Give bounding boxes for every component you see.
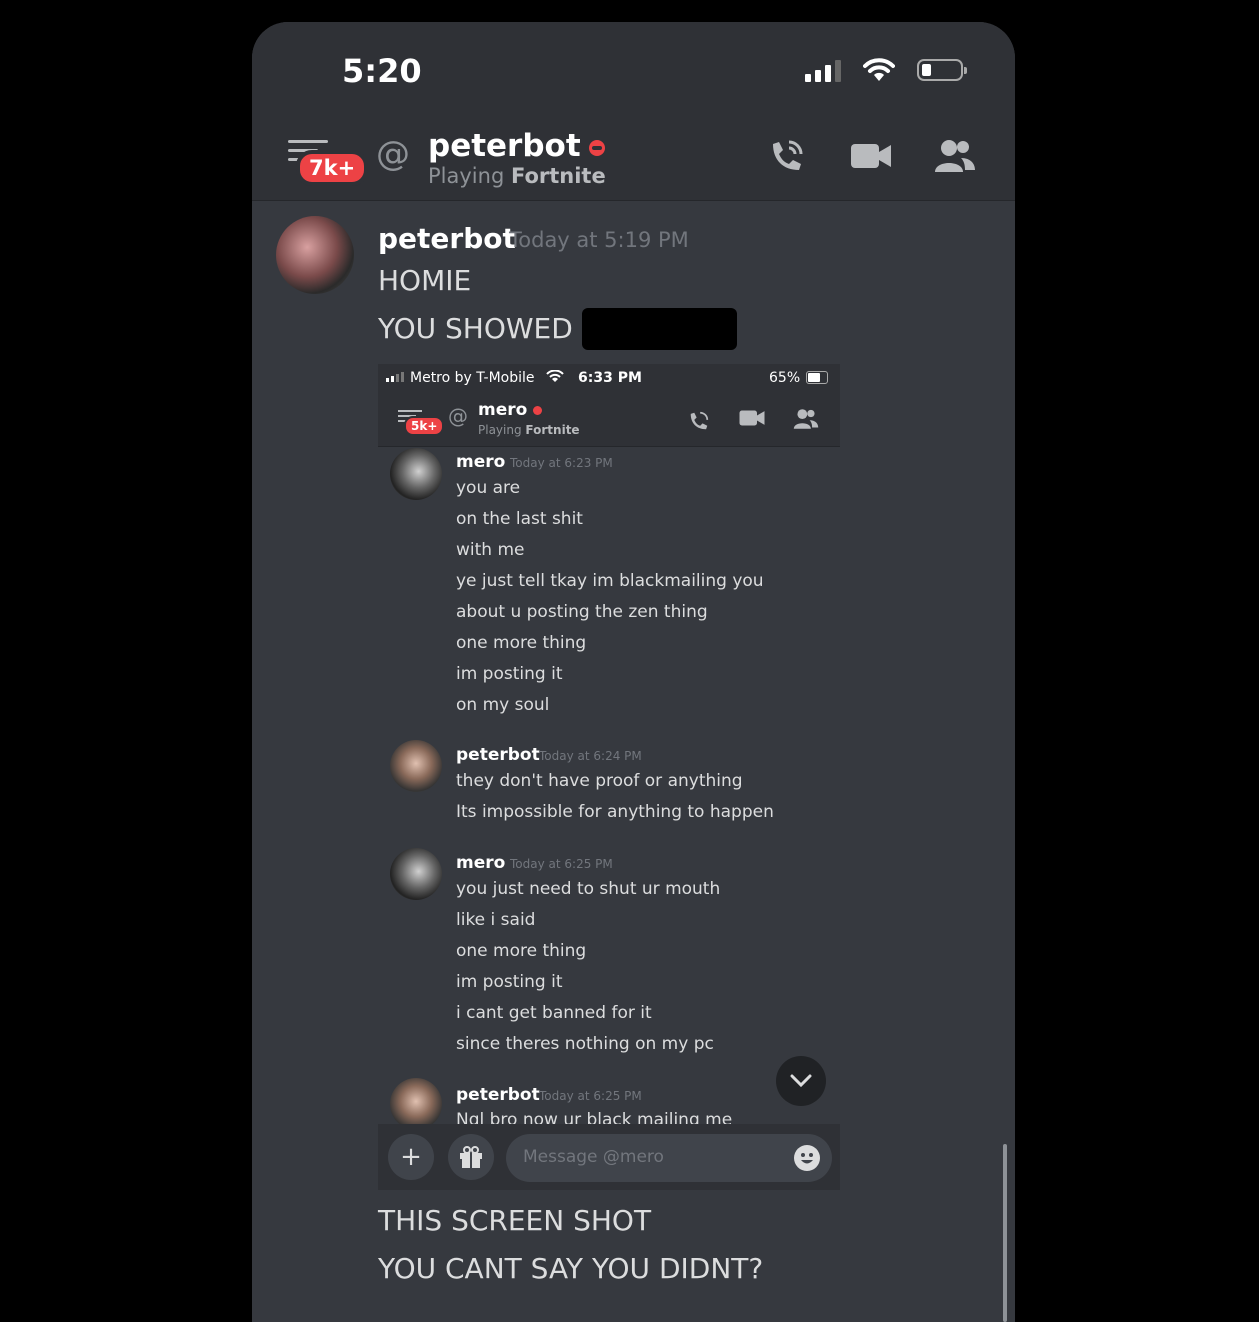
embedded-screenshot[interactable]: Metro by T-Mobile 6:33 PM 65% 5k+ @ mero…	[378, 364, 840, 1190]
signal-icon	[805, 58, 841, 82]
gift-icon	[448, 1134, 494, 1180]
embedded-dnd-icon	[533, 405, 543, 415]
embedded-message-line: one more thing	[456, 633, 587, 653]
embedded-at-icon: @	[448, 404, 468, 428]
message-line: HOMIE	[378, 264, 472, 297]
embedded-message-line: they don't have proof or anything	[456, 771, 743, 791]
embedded-activity-prefix: Playing	[478, 423, 522, 437]
embedded-message-line: i cant get banned for it	[456, 1003, 652, 1023]
chevron-down-icon	[790, 1074, 812, 1088]
embedded-message-line: im posting it	[456, 664, 563, 684]
embedded-avatar-peterbot	[390, 1078, 442, 1130]
embedded-video-icon	[739, 410, 765, 426]
embedded-message-line: you just need to shut ur mouth	[456, 879, 721, 899]
message-author[interactable]: peterbot	[378, 222, 516, 255]
embedded-carrier: Metro by T-Mobile	[410, 370, 535, 386]
embedded-message-line: with me	[456, 540, 525, 560]
top-bar: 5:20 7k+ @ peterbot Playing Fortnite	[252, 22, 1015, 201]
embedded-username: mero	[478, 400, 528, 420]
jump-to-bottom-button	[776, 1056, 826, 1106]
notification-badge: 7k+	[296, 150, 369, 186]
embedded-time: 6:33 PM	[578, 370, 642, 386]
embedded-message-line: about u posting the zen thing	[456, 602, 708, 622]
embedded-header: 5k+ @ mero Playing Fortnite	[378, 392, 840, 447]
embedded-message-line: one more thing	[456, 941, 587, 961]
call-icon[interactable]	[765, 134, 809, 178]
message-line: YOU SHOWED	[378, 312, 573, 345]
embedded-message-line: since theres nothing on my pc	[456, 1034, 714, 1054]
embedded-avatar-peterbot	[390, 740, 442, 792]
embedded-message-line: im posting it	[456, 972, 563, 992]
embedded-message-line: ye just tell tkay im blackmailing you	[456, 571, 764, 591]
channel-title[interactable]: peterbot	[428, 128, 605, 164]
activity-game: Fortnite	[510, 164, 606, 188]
embedded-message-author: peterbot	[456, 745, 540, 765]
embedded-message-line: on my soul	[456, 695, 550, 715]
embedded-input-bar: + Message @mero	[378, 1124, 840, 1190]
dnd-status-icon	[588, 139, 605, 156]
activity-prefix: Playing	[428, 164, 505, 188]
plus-icon: +	[388, 1134, 434, 1180]
embedded-activity-game: Fortnite	[525, 423, 580, 437]
members-icon[interactable]	[933, 138, 977, 174]
embedded-message-timestamp: Today at 6:25 PM	[539, 1089, 642, 1103]
embedded-avatar-mero	[390, 848, 442, 900]
scrollbar[interactable]	[1003, 1144, 1007, 1322]
message-line: YOU CANT SAY YOU DIDNT?	[378, 1252, 764, 1285]
wifi-icon	[863, 58, 895, 81]
header-actions	[765, 134, 977, 178]
embedded-members-icon	[793, 409, 819, 429]
embedded-battery: 65%	[769, 370, 801, 386]
embedded-input-placeholder: Message @mero	[523, 1147, 664, 1167]
message-timestamp: Today at 5:19 PM	[509, 228, 689, 252]
embedded-message-timestamp: Today at 6:24 PM	[539, 749, 642, 763]
battery-icon	[917, 59, 967, 81]
embedded-message-line: you are	[456, 478, 521, 498]
embedded-header-actions	[686, 408, 820, 434]
channel-activity: Playing Fortnite	[428, 164, 606, 188]
embedded-wifi-icon	[546, 369, 564, 386]
status-icons	[805, 58, 967, 82]
embedded-message-line: on the last shit	[456, 509, 583, 529]
embedded-badge: 5k+	[404, 416, 445, 436]
status-time: 5:20	[342, 52, 422, 90]
embedded-signal-icon	[386, 372, 404, 382]
phone-screen: 5:20 7k+ @ peterbot Playing Fortnite pet…	[252, 22, 1015, 1322]
at-icon: @	[376, 134, 410, 174]
embedded-call-icon	[690, 411, 709, 430]
emoji-icon	[794, 1145, 820, 1171]
message-line: THIS SCREEN SHOT	[378, 1204, 652, 1237]
embedded-battery-icon	[806, 371, 828, 384]
embedded-message-line: like i said	[456, 910, 536, 930]
embedded-message-author: mero	[456, 452, 506, 472]
embedded-message-author: mero	[456, 853, 506, 873]
avatar[interactable]	[276, 216, 354, 294]
video-icon[interactable]	[849, 140, 893, 172]
channel-username: peterbot	[428, 128, 581, 164]
embedded-message-author: peterbot	[456, 1085, 540, 1105]
embedded-status-bar: Metro by T-Mobile 6:33 PM 65%	[378, 364, 840, 392]
embedded-message-timestamp: Today at 6:23 PM	[510, 456, 613, 470]
redaction-bar	[582, 308, 737, 350]
embedded-message-input: Message @mero	[506, 1134, 832, 1182]
embedded-message-timestamp: Today at 6:25 PM	[510, 857, 613, 871]
embedded-message-line: Its impossible for anything to happen	[456, 802, 774, 822]
embedded-activity: Playing Fortnite	[478, 423, 580, 437]
embedded-channel-title: mero	[478, 400, 543, 420]
embedded-avatar-mero	[390, 448, 442, 500]
